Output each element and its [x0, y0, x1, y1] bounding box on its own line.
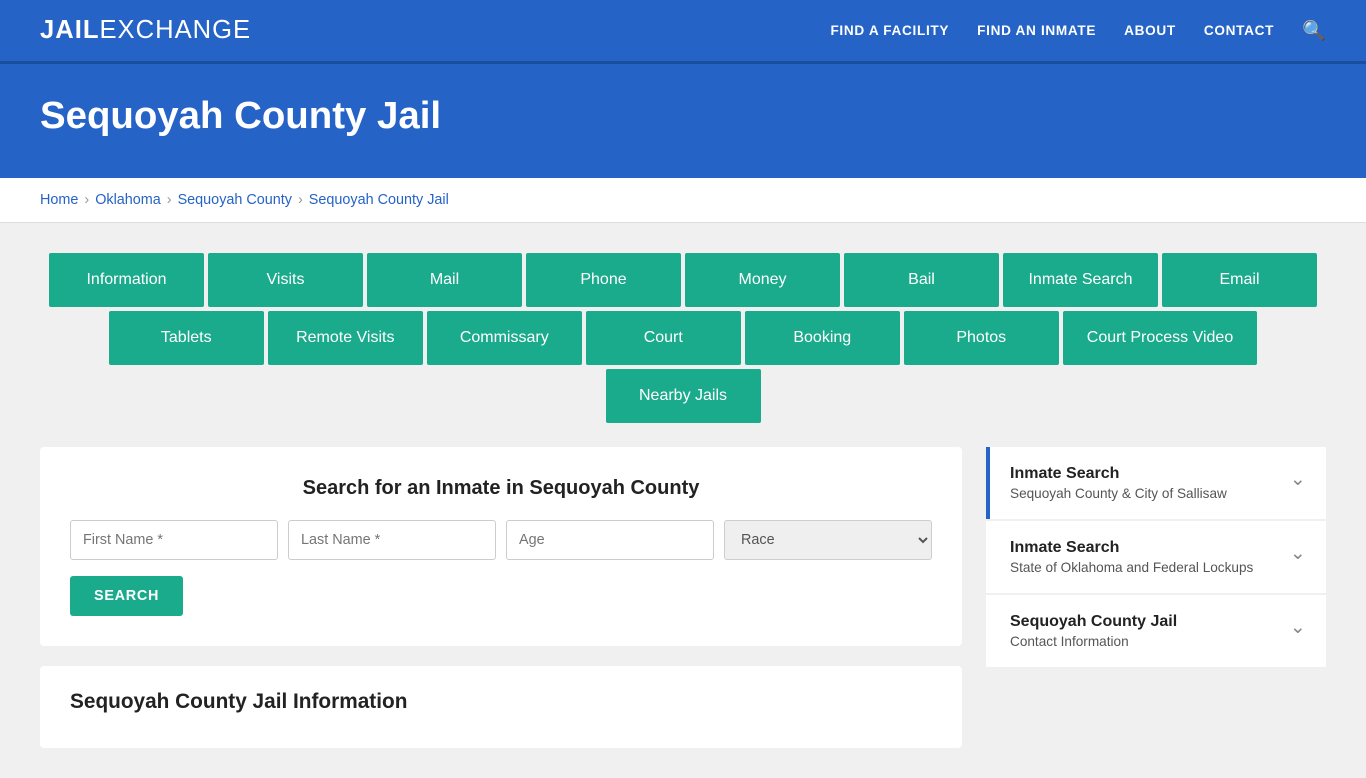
breadcrumb-bar: Home › Oklahoma › Sequoyah County › Sequ… [0, 178, 1366, 223]
info-section-title: Sequoyah County Jail Information [70, 690, 932, 714]
btn-visits[interactable]: Visits [208, 253, 363, 307]
site-logo: JAILEXCHANGE [40, 16, 251, 45]
btn-court-process-video[interactable]: Court Process Video [1063, 311, 1257, 365]
chevron-down-icon-2: ⌄ [1290, 541, 1306, 565]
btn-email[interactable]: Email [1162, 253, 1317, 307]
inmate-search-card: Search for an Inmate in Sequoyah County … [40, 447, 962, 646]
sidebar-item-3-subtitle: Contact Information [1010, 634, 1280, 649]
search-button[interactable]: SEARCH [70, 576, 183, 616]
sidebar-item-1-subtitle: Sequoyah County & City of Sallisaw [1010, 486, 1280, 501]
btn-information[interactable]: Information [49, 253, 204, 307]
breadcrumb: Home › Oklahoma › Sequoyah County › Sequ… [40, 192, 1326, 208]
sidebar-item-1[interactable]: Inmate Search Sequoyah County & City of … [986, 447, 1326, 519]
first-name-input[interactable] [70, 520, 278, 560]
sidebar-item-3[interactable]: Sequoyah County Jail Contact Information… [986, 595, 1326, 667]
btn-inmate-search[interactable]: Inmate Search [1003, 253, 1158, 307]
info-section: Sequoyah County Jail Information [40, 666, 962, 748]
breadcrumb-current: Sequoyah County Jail [309, 192, 449, 208]
sidebar-item-2-title: Inmate Search [1010, 539, 1280, 557]
btn-nearby-jails[interactable]: Nearby Jails [606, 369, 761, 423]
nav-about[interactable]: ABOUT [1124, 23, 1176, 38]
nav-contact[interactable]: CONTACT [1204, 23, 1274, 38]
search-fields: Race White Black Hispanic Asian Native A… [70, 520, 932, 560]
sidebar-item-3-title: Sequoyah County Jail [1010, 613, 1280, 631]
btn-bail[interactable]: Bail [844, 253, 999, 307]
sidebar-item-2[interactable]: Inmate Search State of Oklahoma and Fede… [986, 521, 1326, 593]
btn-mail[interactable]: Mail [367, 253, 522, 307]
breadcrumb-sep-2: › [167, 192, 172, 208]
chevron-down-icon-3: ⌄ [1290, 615, 1306, 639]
main-content: Information Visits Mail Phone Money Bail… [0, 223, 1366, 778]
left-column: Search for an Inmate in Sequoyah County … [40, 447, 962, 748]
main-nav: FIND A FACILITY FIND AN INMATE ABOUT CON… [830, 19, 1326, 43]
sidebar-item-1-content: Inmate Search Sequoyah County & City of … [1010, 465, 1280, 501]
btn-money[interactable]: Money [685, 253, 840, 307]
breadcrumb-county[interactable]: Sequoyah County [178, 192, 292, 208]
search-card-title: Search for an Inmate in Sequoyah County [70, 477, 932, 500]
breadcrumb-sep-1: › [84, 192, 89, 208]
btn-phone[interactable]: Phone [526, 253, 681, 307]
btn-photos[interactable]: Photos [904, 311, 1059, 365]
age-input[interactable] [506, 520, 714, 560]
page-title: Sequoyah County Jail [40, 94, 1326, 138]
two-col-layout: Search for an Inmate in Sequoyah County … [40, 447, 1326, 748]
nav-buttons-grid: Information Visits Mail Phone Money Bail… [40, 253, 1326, 423]
race-select[interactable]: Race White Black Hispanic Asian Native A… [724, 520, 932, 560]
btn-booking[interactable]: Booking [745, 311, 900, 365]
breadcrumb-sep-3: › [298, 192, 303, 208]
last-name-input[interactable] [288, 520, 496, 560]
breadcrumb-home[interactable]: Home [40, 192, 78, 208]
btn-court[interactable]: Court [586, 311, 741, 365]
btn-remote-visits[interactable]: Remote Visits [268, 311, 423, 365]
breadcrumb-oklahoma[interactable]: Oklahoma [95, 192, 161, 208]
logo-jail: JAIL [40, 16, 99, 44]
btn-commissary[interactable]: Commissary [427, 311, 582, 365]
sidebar-item-2-subtitle: State of Oklahoma and Federal Lockups [1010, 560, 1280, 575]
btn-tablets[interactable]: Tablets [109, 311, 264, 365]
chevron-down-icon-1: ⌄ [1290, 467, 1306, 491]
nav-find-inmate[interactable]: FIND AN INMATE [977, 23, 1096, 38]
logo-exchange: EXCHANGE [99, 16, 251, 44]
site-header: JAILEXCHANGE FIND A FACILITY FIND AN INM… [0, 0, 1366, 64]
header-search-button[interactable]: 🔍 [1302, 19, 1326, 43]
sidebar-item-2-content: Inmate Search State of Oklahoma and Fede… [1010, 539, 1280, 575]
hero-section: Sequoyah County Jail [0, 64, 1366, 178]
sidebar-item-3-content: Sequoyah County Jail Contact Information [1010, 613, 1280, 649]
nav-find-facility[interactable]: FIND A FACILITY [830, 23, 949, 38]
sidebar-item-1-title: Inmate Search [1010, 465, 1280, 483]
sidebar: Inmate Search Sequoyah County & City of … [986, 447, 1326, 667]
